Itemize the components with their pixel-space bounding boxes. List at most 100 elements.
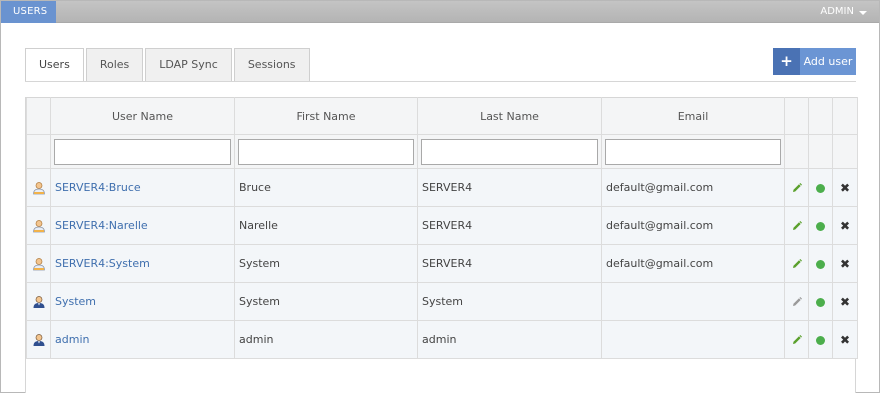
tab-bar: Users Roles LDAP Sync Sessions — [25, 48, 312, 82]
delete-cell: ✖ — [832, 320, 858, 359]
user-name-cell: System — [50, 282, 235, 321]
column-header-email[interactable]: Email — [601, 97, 785, 135]
last-name-cell: SERVER4 — [417, 206, 602, 245]
add-user-button[interactable]: + Add user — [773, 48, 856, 75]
table-row[interactable]: admin admin admin ✖ — [26, 320, 858, 359]
section-title[interactable]: USERS — [1, 1, 56, 23]
first-name-filter-input[interactable] — [238, 138, 414, 165]
admin-menu[interactable]: ADMIN — [820, 1, 867, 23]
user-name-link[interactable]: SERVER4:Bruce — [55, 181, 141, 194]
delete-cell: ✖ — [832, 282, 858, 321]
edit-cell — [784, 206, 809, 245]
status-cell — [808, 206, 833, 245]
add-user-label: Add user — [800, 48, 856, 75]
table-row[interactable]: SERVER4:Narelle Narelle SERVER4 default@gma… — [26, 206, 858, 245]
ldap-user-icon — [32, 181, 45, 194]
delete-icon[interactable]: ✖ — [840, 295, 850, 309]
user-icon — [33, 295, 44, 308]
user-name-cell: SERVER4:Narelle — [50, 206, 235, 245]
user-type-cell — [26, 282, 51, 321]
users-table: User Name First Name Last Name Email SER… — [26, 97, 858, 359]
tab-ldap-sync[interactable]: LDAP Sync — [145, 48, 232, 82]
top-bar: USERS ADMIN — [1, 1, 879, 23]
column-header-user-name[interactable]: User Name — [50, 97, 235, 135]
table-row[interactable]: System System System ✖ — [26, 282, 858, 321]
pencil-icon[interactable] — [791, 296, 803, 308]
first-name-cell: admin — [234, 320, 418, 359]
table-row[interactable]: SERVER4:System System SERVER4 default@gmail… — [26, 244, 858, 283]
header-icon-column — [26, 97, 51, 135]
user-type-cell — [26, 244, 51, 283]
user-name-link[interactable]: SERVER4:Narelle — [55, 219, 148, 232]
ldap-user-icon — [32, 257, 45, 270]
filter-spacer — [808, 134, 833, 169]
header-delete-column — [832, 97, 858, 135]
filter-spacer — [26, 134, 51, 169]
email-cell: default@gmail.com — [601, 244, 785, 283]
filter-cell — [234, 134, 418, 169]
user-icon — [33, 333, 44, 346]
header-status-column — [808, 97, 833, 135]
filter-cell — [50, 134, 235, 169]
grid-body: SERVER4:Bruce Bruce SERVER4 default@gmail.c… — [26, 168, 858, 359]
email-cell — [601, 282, 785, 321]
column-header-last-name[interactable]: Last Name — [417, 97, 602, 135]
email-cell: default@gmail.com — [601, 168, 785, 207]
status-dot-icon[interactable] — [816, 335, 825, 345]
delete-icon[interactable]: ✖ — [840, 333, 850, 347]
edit-cell — [784, 244, 809, 283]
user-name-link[interactable]: System — [55, 295, 96, 308]
pencil-icon[interactable] — [791, 182, 803, 194]
status-dot-icon[interactable] — [816, 183, 825, 193]
header-edit-column — [784, 97, 809, 135]
first-name-cell: System — [234, 282, 418, 321]
pencil-icon[interactable] — [791, 220, 803, 232]
table-row[interactable]: SERVER4:Bruce Bruce SERVER4 default@gmail.c… — [26, 168, 858, 207]
header-row: User Name First Name Last Name Email — [26, 97, 858, 135]
status-dot-icon[interactable] — [816, 297, 825, 307]
delete-cell: ✖ — [832, 168, 858, 207]
user-type-cell — [26, 168, 51, 207]
tab-users[interactable]: Users — [25, 48, 84, 82]
users-grid: User Name First Name Last Name Email SER… — [25, 97, 858, 393]
status-dot-icon[interactable] — [816, 259, 825, 269]
app-window: USERS ADMIN Users Roles LDAP Sync Sessio… — [0, 0, 880, 393]
edit-cell — [784, 168, 809, 207]
filter-spacer — [832, 134, 858, 169]
email-filter-input[interactable] — [605, 138, 781, 165]
user-type-cell — [26, 320, 51, 359]
delete-icon[interactable]: ✖ — [840, 257, 850, 271]
email-cell — [601, 320, 785, 359]
chevron-down-icon — [859, 11, 867, 15]
status-dot-icon[interactable] — [816, 221, 825, 231]
plus-icon: + — [773, 48, 800, 75]
last-name-cell: System — [417, 282, 602, 321]
delete-cell: ✖ — [832, 244, 858, 283]
first-name-cell: Narelle — [234, 206, 418, 245]
last-name-cell: SERVER4 — [417, 244, 602, 283]
user-type-cell — [26, 206, 51, 245]
edit-cell — [784, 320, 809, 359]
tab-roles[interactable]: Roles — [85, 48, 144, 82]
admin-label: ADMIN — [820, 6, 854, 17]
last-name-filter-input[interactable] — [421, 138, 598, 165]
filter-cell — [417, 134, 602, 169]
ldap-user-icon — [32, 219, 45, 232]
status-cell — [808, 168, 833, 207]
filter-spacer — [784, 134, 809, 169]
delete-cell: ✖ — [832, 206, 858, 245]
pencil-icon[interactable] — [791, 334, 803, 346]
tab-sessions[interactable]: Sessions — [233, 48, 310, 82]
user-name-filter-input[interactable] — [54, 138, 231, 165]
filter-cell — [601, 134, 785, 169]
last-name-cell: SERVER4 — [417, 168, 602, 207]
user-name-link[interactable]: admin — [55, 333, 89, 346]
last-name-cell: admin — [417, 320, 602, 359]
delete-icon[interactable]: ✖ — [840, 219, 850, 233]
column-header-first-name[interactable]: First Name — [234, 97, 418, 135]
status-cell — [808, 244, 833, 283]
delete-icon[interactable]: ✖ — [840, 181, 850, 195]
tab-divider — [25, 81, 856, 82]
pencil-icon[interactable] — [791, 258, 803, 270]
user-name-link[interactable]: SERVER4:System — [55, 257, 150, 270]
